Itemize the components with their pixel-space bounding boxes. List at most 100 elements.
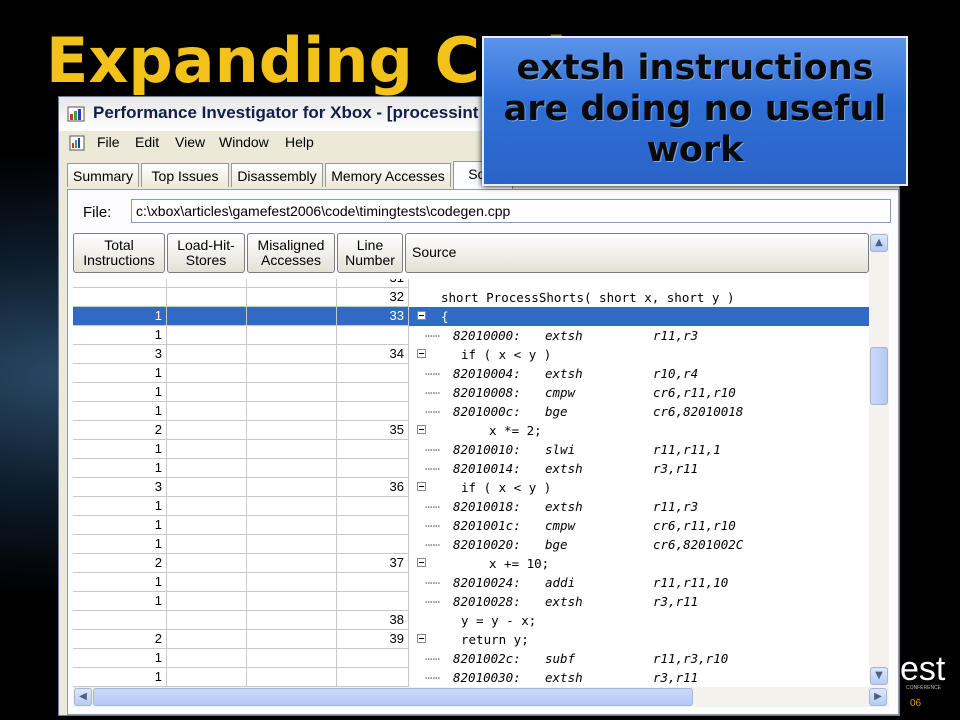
- source-line[interactable]: if ( x < y ): [409, 478, 869, 497]
- source-line[interactable]: [409, 279, 869, 288]
- source-line[interactable]: x *= 2;: [409, 421, 869, 440]
- source-line[interactable]: x += 10;: [409, 554, 869, 573]
- tab-memory-accesses[interactable]: Memory Accesses: [325, 163, 451, 187]
- table-row[interactable]: 1: [73, 326, 409, 345]
- instruction-operands: r3,r11: [653, 461, 699, 476]
- load-hit-stores-cell: [167, 402, 247, 421]
- source-code-text: x += 10;: [489, 556, 550, 571]
- window-title: Performance Investigator for Xbox - [pro…: [93, 103, 479, 122]
- table-row[interactable]: 31: [73, 279, 409, 288]
- total-instructions-cell: 1: [73, 497, 167, 516]
- assembly-line[interactable]: ⋯⋯ 82010008: cmpw cr6,r11,r10: [409, 383, 869, 402]
- table-row[interactable]: 1: [73, 364, 409, 383]
- total-instructions-cell: 1: [73, 573, 167, 592]
- assembly-line[interactable]: ⋯⋯ 82010024: addi r11,r11,10: [409, 573, 869, 592]
- column-load-hit-stores[interactable]: Load-Hit-Stores: [167, 233, 245, 273]
- scroll-right-icon[interactable]: ▶: [869, 688, 887, 706]
- line-number-cell: [337, 459, 409, 478]
- vertical-scroll-thumb[interactable]: [870, 347, 888, 405]
- load-hit-stores-cell: [167, 478, 247, 497]
- column-line-number[interactable]: Line Number: [337, 233, 403, 273]
- collapse-icon[interactable]: [417, 425, 426, 434]
- source-code-text: x *= 2;: [489, 423, 542, 438]
- source-line[interactable]: {: [409, 307, 869, 326]
- assembly-line[interactable]: ⋯⋯ 82010028: extsh r3,r11: [409, 592, 869, 611]
- load-hit-stores-cell: [167, 421, 247, 440]
- table-row[interactable]: 1: [73, 402, 409, 421]
- instruction-address: 82010014:: [453, 461, 521, 476]
- callout-text: extsh instructions are doing no useful w…: [503, 48, 887, 170]
- assembly-line[interactable]: ⋯⋯ 8201002c: subf r11,r3,r10: [409, 649, 869, 668]
- tab-summary[interactable]: Summary: [67, 163, 139, 187]
- table-row[interactable]: 1: [73, 649, 409, 668]
- column-source[interactable]: Source: [405, 233, 869, 273]
- collapse-icon[interactable]: [417, 311, 426, 320]
- load-hit-stores-cell: [167, 326, 247, 345]
- vertical-scrollbar[interactable]: ▲ ▼: [869, 233, 889, 687]
- table-row[interactable]: 2 35: [73, 421, 409, 440]
- tree-connector: ⋯⋯: [425, 575, 441, 590]
- total-instructions-cell: [73, 611, 167, 630]
- load-hit-stores-cell: [167, 535, 247, 554]
- assembly-line[interactable]: ⋯⋯ 82010030: extsh r3,r11: [409, 668, 869, 687]
- assembly-line[interactable]: ⋯⋯ 82010018: extsh r11,r3: [409, 497, 869, 516]
- menu-file[interactable]: File: [97, 134, 120, 150]
- column-total-instructions[interactable]: Total Instructions: [73, 233, 165, 273]
- assembly-line[interactable]: ⋯⋯ 82010020: bge cr6,8201002C: [409, 535, 869, 554]
- source-line[interactable]: return y;: [409, 630, 869, 649]
- column-misaligned-accesses[interactable]: Misaligned Accesses: [247, 233, 335, 273]
- assembly-line[interactable]: ⋯⋯ 8201001c: cmpw cr6,r11,r10: [409, 516, 869, 535]
- collapse-icon[interactable]: [417, 558, 426, 567]
- table-row[interactable]: 1: [73, 535, 409, 554]
- table-row[interactable]: 3 34: [73, 345, 409, 364]
- assembly-line[interactable]: ⋯⋯ 82010014: extsh r3,r11: [409, 459, 869, 478]
- table-row[interactable]: 1: [73, 573, 409, 592]
- table-row[interactable]: 1: [73, 497, 409, 516]
- tab-disassembly[interactable]: Disassembly: [231, 163, 323, 187]
- table-row[interactable]: 2 37: [73, 554, 409, 573]
- menu-help[interactable]: Help: [285, 134, 314, 150]
- table-row[interactable]: 1: [73, 668, 409, 687]
- collapse-icon[interactable]: [417, 349, 426, 358]
- load-hit-stores-cell: [167, 649, 247, 668]
- table-row[interactable]: 1: [73, 440, 409, 459]
- misaligned-accesses-cell: [247, 279, 337, 288]
- load-hit-stores-cell: [167, 440, 247, 459]
- table-row[interactable]: 38: [73, 611, 409, 630]
- scroll-up-icon[interactable]: ▲: [870, 234, 888, 252]
- horizontal-scroll-thumb[interactable]: [93, 688, 693, 706]
- scroll-down-icon[interactable]: ▼: [870, 667, 888, 685]
- assembly-line[interactable]: ⋯⋯ 82010010: slwi r11,r11,1: [409, 440, 869, 459]
- table-row[interactable]: 1: [73, 459, 409, 478]
- source-line[interactable]: short ProcessShorts( short x, short y ): [409, 288, 869, 307]
- source-line[interactable]: if ( x < y ): [409, 345, 869, 364]
- source-line[interactable]: y = y - x;: [409, 611, 869, 630]
- horizontal-scrollbar[interactable]: ◀ ▶: [73, 687, 889, 707]
- load-hit-stores-cell: [167, 592, 247, 611]
- table-row[interactable]: 1: [73, 592, 409, 611]
- metrics-grid: 3132133133411123511336111237113823911: [73, 279, 409, 687]
- assembly-line[interactable]: ⋯⋯ 82010000: extsh r11,r3: [409, 326, 869, 345]
- assembly-line[interactable]: ⋯⋯ 8201000c: bge cr6,82010018: [409, 402, 869, 421]
- table-row[interactable]: 3 36: [73, 478, 409, 497]
- table-row[interactable]: 1 33: [73, 307, 409, 326]
- tree-connector: ⋯⋯: [425, 461, 441, 476]
- menu-edit[interactable]: Edit: [135, 134, 159, 150]
- table-row[interactable]: 32: [73, 288, 409, 307]
- menu-view[interactable]: View: [175, 134, 205, 150]
- table-row[interactable]: 1: [73, 383, 409, 402]
- source-code-text: {: [441, 309, 449, 324]
- tree-connector: ⋯⋯: [425, 651, 441, 666]
- collapse-icon[interactable]: [417, 634, 426, 643]
- file-path-field[interactable]: c:\xbox\articles\gamefest2006\code\timin…: [131, 199, 891, 223]
- document-icon[interactable]: [69, 135, 85, 151]
- logo-subtitle: CONFERENCE: [906, 685, 942, 691]
- scroll-left-icon[interactable]: ◀: [74, 688, 92, 706]
- collapse-icon[interactable]: [417, 482, 426, 491]
- total-instructions-cell: [73, 288, 167, 307]
- table-row[interactable]: 2 39: [73, 630, 409, 649]
- menu-window[interactable]: Window: [219, 134, 269, 150]
- assembly-line[interactable]: ⋯⋯ 82010004: extsh r10,r4: [409, 364, 869, 383]
- table-row[interactable]: 1: [73, 516, 409, 535]
- tab-top-issues[interactable]: Top Issues: [141, 163, 229, 187]
